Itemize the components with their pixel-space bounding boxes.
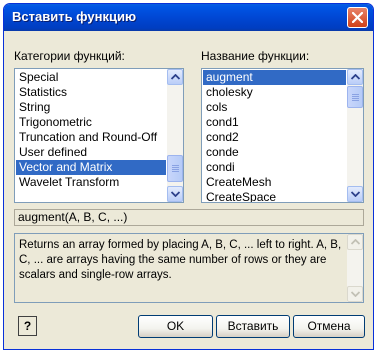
categories-list[interactable]: Special Statistics String Trigonometric Trun…: [14, 68, 184, 203]
functions-list-item[interactable]: CreateMesh: [203, 175, 346, 190]
cancel-button[interactable]: Отмена: [293, 315, 365, 338]
arrow-up-icon: [351, 239, 360, 245]
categories-list-item[interactable]: String: [16, 100, 166, 115]
functions-list-item[interactable]: cond1: [203, 115, 346, 130]
categories-scroll-up[interactable]: [167, 69, 183, 85]
close-button[interactable]: [347, 7, 368, 28]
description-text: Returns an array formed by placing A, B,…: [19, 239, 342, 281]
functions-label: Название функции:: [201, 49, 310, 63]
categories-list-item[interactable]: Vector and Matrix: [16, 160, 166, 175]
functions-list-item[interactable]: cond2: [203, 130, 346, 145]
categories-list-item[interactable]: Wavelet Transform: [16, 175, 166, 190]
function-syntax: augment(A, B, C, ...): [14, 209, 364, 226]
help-icon: ?: [23, 319, 32, 333]
functions-scroll-down[interactable]: [347, 186, 363, 202]
arrow-up-icon: [351, 74, 360, 80]
arrow-up-icon: [171, 74, 180, 80]
functions-list-item[interactable]: conde: [203, 145, 346, 160]
description-scroll-down[interactable]: [347, 286, 363, 302]
categories-list-item[interactable]: Truncation and Round-Off: [16, 130, 166, 145]
categories-scroll-down[interactable]: [167, 186, 183, 202]
arrow-down-icon: [171, 191, 180, 197]
functions-list-item[interactable]: augment: [203, 70, 346, 85]
functions-list-item[interactable]: cholesky: [203, 85, 346, 100]
functions-scroll-up[interactable]: [347, 69, 363, 85]
functions-list-item[interactable]: cols: [203, 100, 346, 115]
categories-list-item[interactable]: User defined: [16, 145, 166, 160]
arrow-down-icon: [351, 191, 360, 197]
functions-list[interactable]: augment cholesky cols cond1 cond2 conde condi C…: [201, 68, 364, 203]
categories-scrollbar[interactable]: [167, 69, 183, 202]
function-description: Returns an array formed by placing A, B,…: [14, 233, 364, 303]
categories-list-item[interactable]: Trigonometric: [16, 115, 166, 130]
description-scroll-up[interactable]: [347, 234, 363, 250]
window-title: Вставить функцию: [12, 9, 137, 24]
functions-scroll-thumb[interactable]: [347, 86, 363, 108]
close-icon: [352, 12, 363, 23]
categories-list-item[interactable]: Statistics: [16, 85, 166, 100]
help-button[interactable]: ?: [18, 316, 37, 336]
categories-scroll-thumb[interactable]: [167, 155, 183, 182]
insert-button[interactable]: Вставить: [216, 315, 290, 338]
functions-list-item[interactable]: condi: [203, 160, 346, 175]
categories-label: Категории функций:: [14, 49, 125, 63]
functions-scrollbar[interactable]: [347, 69, 363, 202]
title-bar[interactable]: Вставить функцию: [4, 4, 373, 31]
ok-button[interactable]: OK: [138, 315, 213, 338]
arrow-down-icon: [351, 291, 360, 297]
description-scrollbar[interactable]: [347, 234, 363, 302]
categories-list-item[interactable]: Special: [16, 70, 166, 85]
functions-list-item[interactable]: CreateSpace: [203, 190, 346, 202]
insert-function-dialog: Вставить функцию Категории функций: Назв…: [3, 3, 374, 350]
